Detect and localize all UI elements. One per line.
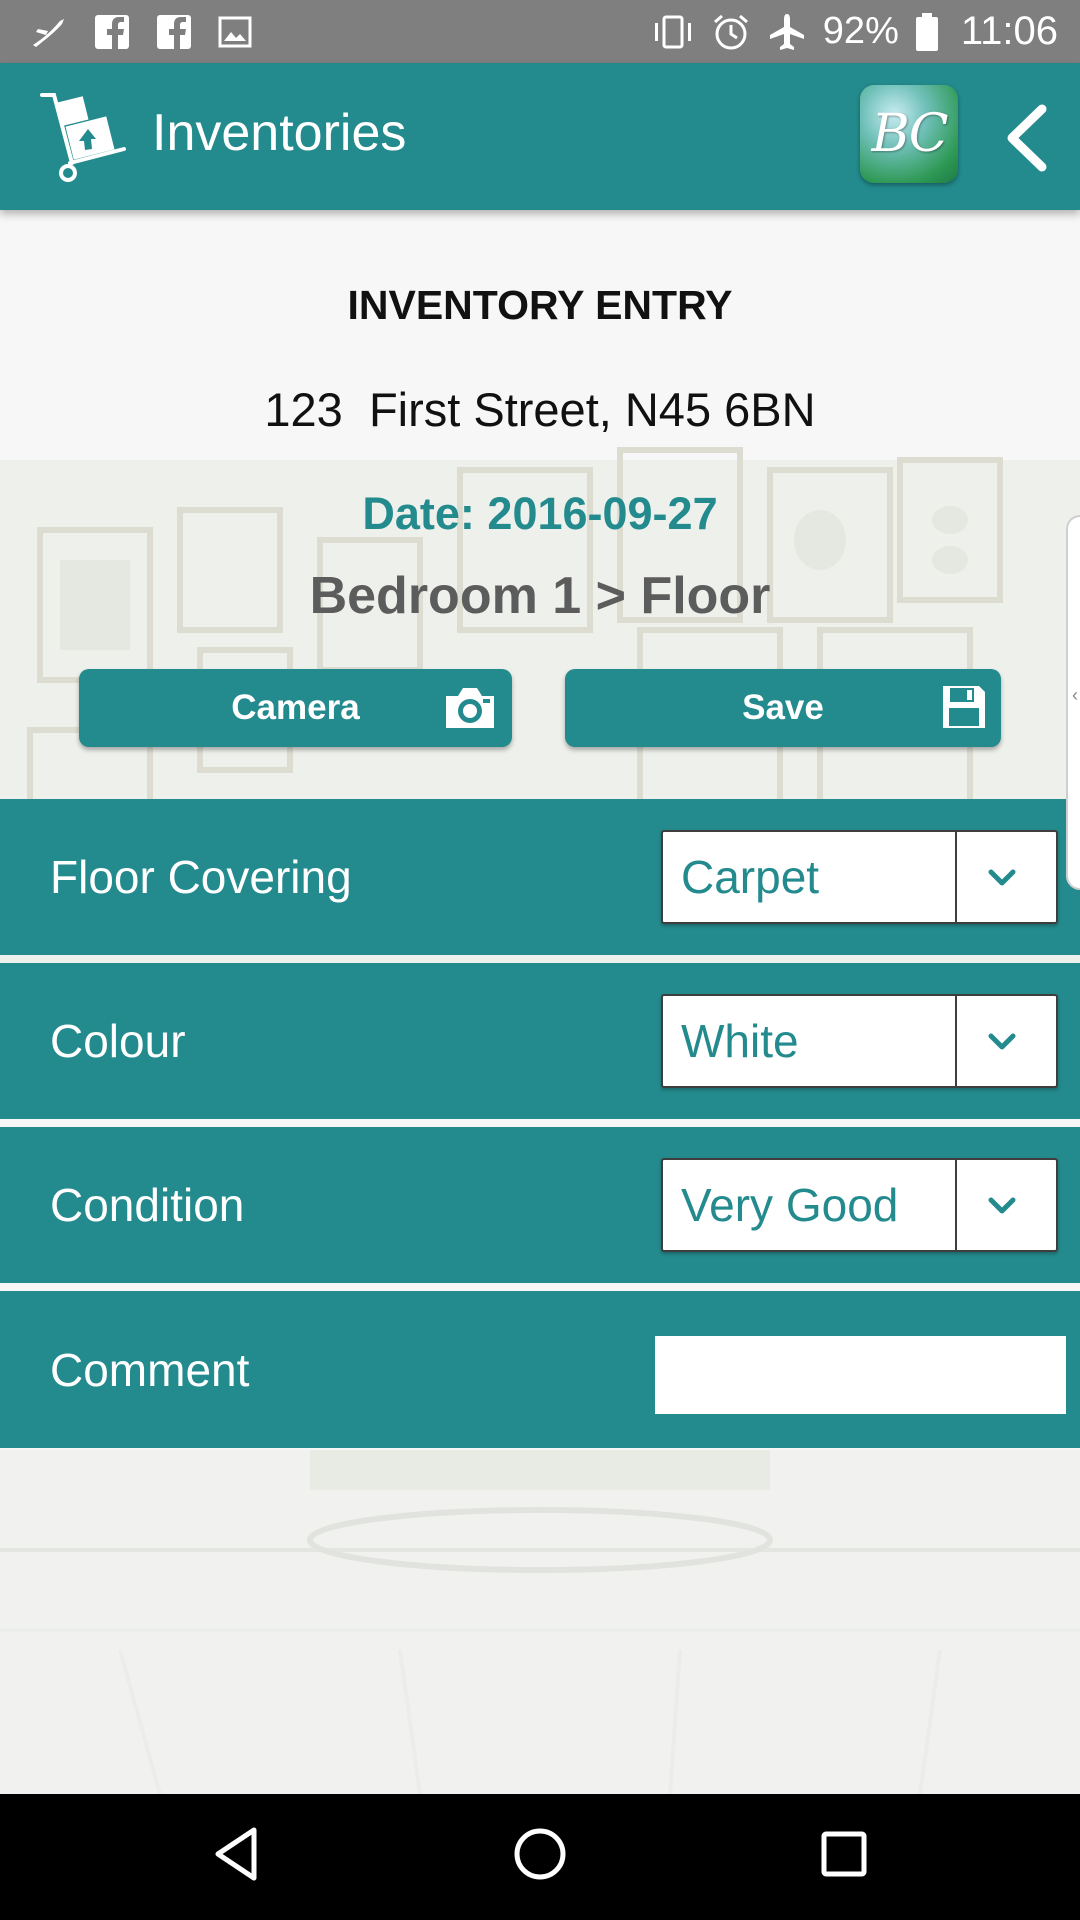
select-divider: [955, 1160, 957, 1250]
airplane-swoosh-icon: [33, 18, 64, 47]
bc-logo-badge[interactable]: BC: [860, 85, 958, 183]
airplane-mode-icon: [769, 13, 804, 50]
side-drawer-handle[interactable]: ‹: [1066, 515, 1080, 890]
chevron-down-icon[interactable]: [985, 1026, 1019, 1056]
status-bar: 92% 11:06: [0, 0, 1080, 63]
floppy-disk-icon: [943, 686, 985, 728]
property-address: 123 First Street, N45 6BN: [264, 383, 816, 436]
gallery-icon: [218, 16, 252, 47]
select-divider: [955, 996, 957, 1086]
side-drawer-glyph: ‹: [1072, 685, 1078, 705]
battery-icon: [915, 12, 938, 51]
camera-button[interactable]: Camera: [79, 669, 512, 747]
chevron-down-icon[interactable]: [985, 1190, 1019, 1220]
status-clock: 11:06: [960, 9, 1058, 53]
home-circle-icon[interactable]: [510, 1824, 570, 1884]
page-title: INVENTORY ENTRY: [347, 282, 733, 328]
colour-row: Colour White: [0, 963, 1080, 1119]
colour-value: White: [681, 1015, 799, 1067]
app-title: Inventories: [152, 104, 407, 162]
status-bar-system: 92% 11:06: [635, 9, 1058, 54]
camera-icon: [446, 688, 494, 728]
floor-covering-select[interactable]: Carpet: [661, 830, 1058, 924]
chevron-down-icon[interactable]: [985, 862, 1019, 892]
app-header: Inventories BC: [0, 63, 1080, 210]
comment-input[interactable]: [655, 1336, 1066, 1414]
chevron-left-icon[interactable]: [1000, 103, 1050, 173]
system-navigation-bar: [0, 1794, 1080, 1920]
condition-row: Condition Very Good: [0, 1127, 1080, 1283]
facebook-icon: [157, 14, 191, 49]
condition-value: Very Good: [681, 1179, 899, 1231]
recents-square-icon[interactable]: [816, 1824, 872, 1884]
alarm-icon: [713, 14, 748, 49]
floor-covering-value: Carpet: [681, 851, 820, 903]
floor-covering-row: Floor Covering Carpet: [0, 799, 1080, 955]
condition-select[interactable]: Very Good: [661, 1158, 1058, 1252]
colour-label: Colour: [50, 1015, 186, 1067]
save-button-label: Save: [742, 688, 824, 727]
colour-select[interactable]: White: [661, 994, 1058, 1088]
comment-label: Comment: [50, 1343, 250, 1396]
hand-truck-boxes-icon: [40, 93, 126, 182]
condition-label: Condition: [50, 1179, 245, 1231]
battery-percentage: 92%: [822, 10, 899, 52]
status-bar-notifications: [30, 14, 278, 50]
vibrate-icon: [654, 15, 691, 48]
entry-date: Date: 2016-09-27: [362, 488, 718, 539]
room-breadcrumb: Bedroom 1 > Floor: [309, 567, 771, 625]
comment-row: Comment: [0, 1291, 1080, 1448]
select-divider: [955, 832, 957, 922]
floor-covering-label: Floor Covering: [50, 851, 352, 903]
camera-button-label: Camera: [231, 688, 360, 727]
facebook-icon: [95, 14, 129, 49]
save-button[interactable]: Save: [565, 669, 1001, 747]
back-triangle-icon[interactable]: [210, 1824, 260, 1884]
